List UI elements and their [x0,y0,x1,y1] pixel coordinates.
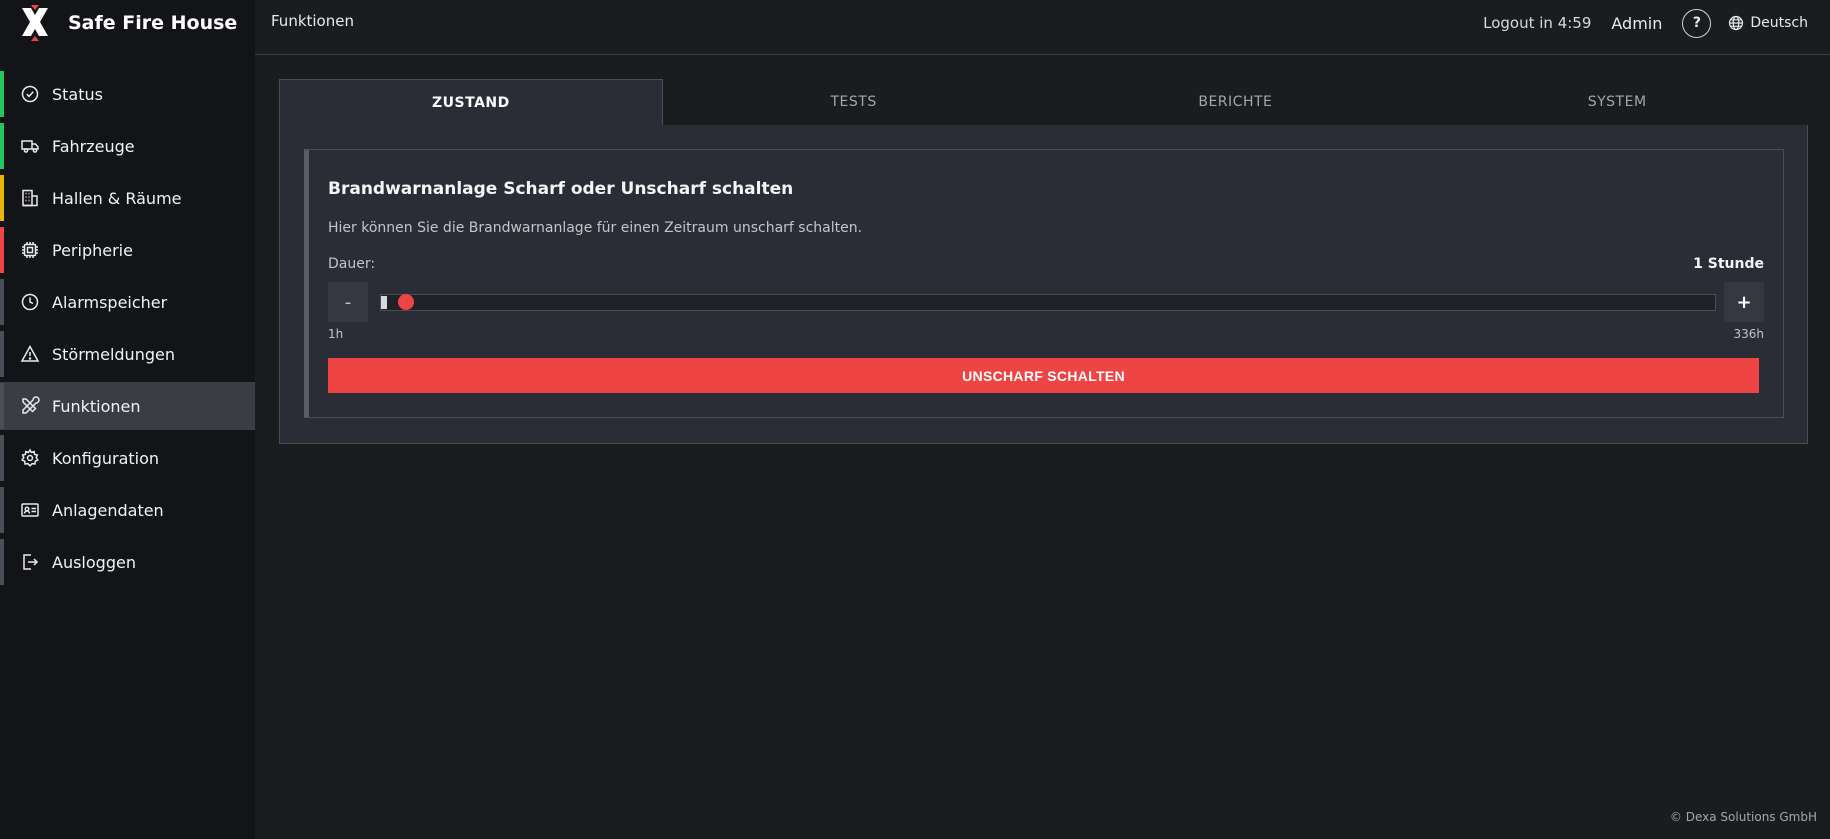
sidebar-item-label: Funktionen [52,396,141,416]
app-root: Safe Fire House Status Fahrzeuge Hallen … [0,0,1830,839]
topbar: Funktionen Logout in 4:59 Admin ? Deutsc… [255,0,1830,55]
sidebar-item-stoermeldungen[interactable]: Störmeldungen [0,330,255,378]
duration-slider[interactable] [380,294,1716,311]
sidebar-item-label: Störmeldungen [52,344,175,364]
status-color-bar [0,331,4,377]
brand-logo-icon [22,5,48,41]
sidebar-item-label: Fahrzeuge [52,136,135,156]
increase-duration-button[interactable]: + [1724,282,1764,322]
sidebar-item-label: Status [52,84,103,104]
sidebar-item-label: Konfiguration [52,448,160,468]
sidebar: Safe Fire House Status Fahrzeuge Hallen … [0,0,255,839]
status-color-bar [0,487,4,533]
tab-berichte[interactable]: BERICHTE [1044,79,1427,126]
card-description: Hier können Sie die Brandwarnanlage für … [328,220,863,236]
language-label: Deutsch [1750,15,1808,31]
check-circle-icon [20,84,40,104]
sidebar-item-hallen-raeume[interactable]: Hallen & Räume [0,174,255,222]
sidebar-item-label: Alarmspeicher [52,292,168,312]
range-min-label: 1h [328,327,344,341]
sidebar-item-peripherie[interactable]: Peripherie [0,226,255,274]
status-color-bar [0,227,4,273]
brand-name: Safe Fire House [68,12,238,34]
logout-timer: Logout in 4:59 [1483,14,1592,32]
arming-card: Brandwarnanlage Scharf oder Unscharf sch… [304,149,1784,418]
slider-min-marker [381,296,387,309]
sidebar-item-ausloggen[interactable]: Ausloggen [0,538,255,586]
decrease-duration-button[interactable]: - [328,282,368,322]
status-color-bar [0,383,4,429]
sidebar-item-label: Peripherie [52,240,133,260]
disarm-button[interactable]: UNSCHARF SCHALTEN [328,358,1759,393]
tab-zustand[interactable]: ZUSTAND [279,79,663,126]
sidebar-item-label: Anlagendaten [52,500,164,520]
sidebar-item-funktionen[interactable]: Funktionen [0,382,255,430]
duration-label: Dauer: [328,256,376,272]
status-color-bar [0,123,4,169]
status-color-bar [0,279,4,325]
truck-icon [20,136,40,156]
status-color-bar [0,175,4,221]
sidebar-item-status[interactable]: Status [0,70,255,118]
card-title: Brandwarnanlage Scharf oder Unscharf sch… [328,179,794,199]
gear-icon [20,448,40,468]
tab-tests[interactable]: TESTS [662,79,1045,126]
sidebar-item-konfiguration[interactable]: Konfiguration [0,434,255,482]
language-selector[interactable]: Deutsch [1728,15,1808,31]
sidebar-nav: Status Fahrzeuge Hallen & Räume Peripher… [0,70,255,586]
sidebar-item-label: Ausloggen [52,552,136,572]
page-title: Funktionen [271,12,354,30]
status-color-bar [0,71,4,117]
globe-icon [1729,15,1744,31]
tools-icon [20,396,40,416]
range-max-label: 336h [1733,327,1764,341]
sidebar-item-label: Hallen & Räume [52,188,182,208]
tab-system[interactable]: SYSTEM [1426,79,1808,126]
slider-thumb[interactable] [398,294,414,310]
logout-icon [20,552,40,572]
id-card-icon [20,500,40,520]
status-color-bar [0,539,4,585]
tab-bar: ZUSTAND TESTS BERICHTE SYSTEM [279,79,1808,126]
status-color-bar [0,435,4,481]
topbar-actions: Logout in 4:59 Admin ? Deutsch [1483,8,1808,38]
chip-icon [20,240,40,260]
tab-panel-zustand: Brandwarnanlage Scharf oder Unscharf sch… [279,125,1808,444]
building-icon [20,188,40,208]
sidebar-item-anlagendaten[interactable]: Anlagendaten [0,486,255,534]
sidebar-item-fahrzeuge[interactable]: Fahrzeuge [0,122,255,170]
user-menu[interactable]: Admin [1611,14,1662,33]
footer-copyright: © Dexa Solutions GmbH [1669,810,1817,824]
sidebar-item-alarmspeicher[interactable]: Alarmspeicher [0,278,255,326]
help-button[interactable]: ? [1682,8,1712,38]
duration-value: 1 Stunde [1693,256,1764,272]
warning-icon [20,344,40,364]
brand[interactable]: Safe Fire House [0,0,255,46]
clock-icon [20,292,40,312]
